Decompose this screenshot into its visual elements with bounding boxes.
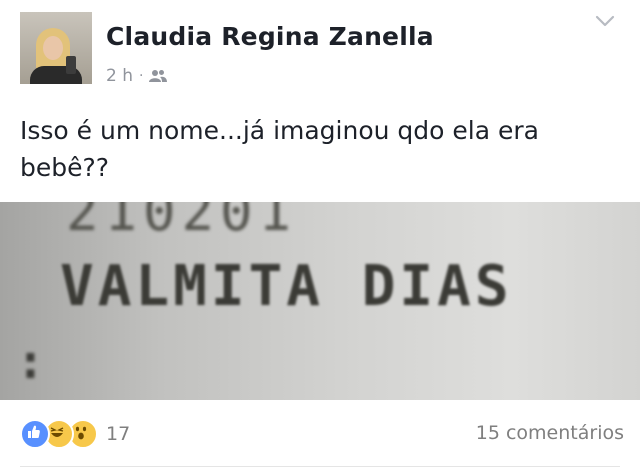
photo-colon: : [16, 334, 45, 390]
reactions-summary[interactable]: 17 [20, 419, 131, 449]
avatar[interactable] [20, 12, 92, 84]
avatar-face [43, 36, 63, 60]
post-text: Isso é um nome...já imaginou qdo ela era… [20, 116, 539, 182]
photo-name-text: VALMITA DIAS [60, 254, 513, 319]
post-meta: 2 h · [106, 66, 168, 86]
post-header: Claudia Regina Zanella 2 h · [0, 0, 640, 96]
post-photo[interactable]: 210201 VALMITA DIAS : [0, 202, 640, 400]
reaction-count: 17 [106, 423, 131, 445]
chevron-down-icon[interactable] [594, 12, 616, 30]
post-time[interactable]: 2 h [106, 66, 133, 86]
meta-separator: · [139, 68, 144, 84]
comments-count[interactable]: 15 comentários [454, 422, 624, 444]
avatar-phone [66, 56, 76, 74]
author-name[interactable]: Claudia Regina Zanella [106, 22, 434, 51]
divider [20, 466, 620, 467]
like-icon [20, 419, 50, 449]
photo-top-digits: 210201 [66, 202, 298, 243]
post-footer: 17 15 comentários [0, 400, 640, 476]
friends-icon[interactable] [149, 69, 168, 83]
